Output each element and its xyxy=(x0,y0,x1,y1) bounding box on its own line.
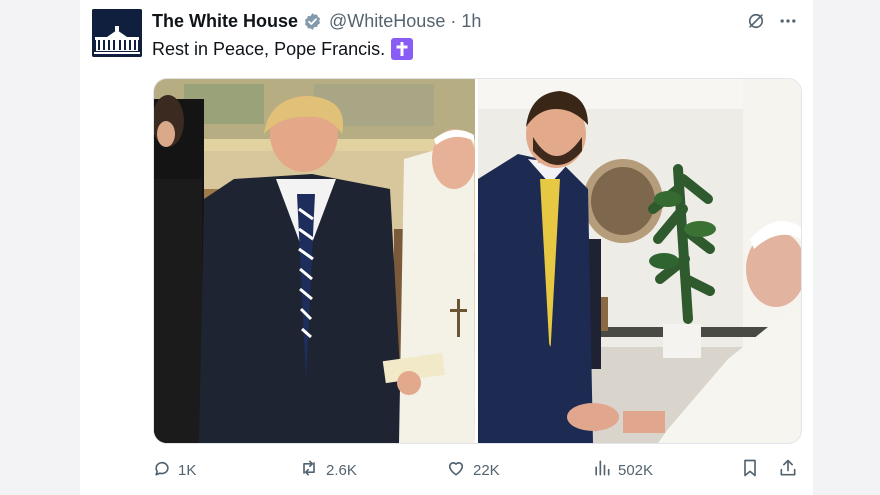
post-timestamp[interactable]: 1h xyxy=(461,11,481,32)
repost-icon xyxy=(298,458,320,482)
repost-count: 2.6K xyxy=(326,461,357,479)
tweet-card[interactable]: The White House @WhiteHouse · 1h Rest in… xyxy=(80,0,813,495)
photo-vance-pope[interactable] xyxy=(478,79,801,443)
like-icon xyxy=(445,458,467,482)
reply-icon xyxy=(152,458,172,482)
reply-count: 1K xyxy=(178,461,197,479)
post-media[interactable] xyxy=(153,78,802,444)
reply-button[interactable]: 1K xyxy=(152,458,196,482)
latin-cross-icon xyxy=(391,38,414,60)
author-handle[interactable]: @WhiteHouse xyxy=(329,11,445,32)
views-button[interactable]: 502K xyxy=(592,458,653,482)
views-count: 502K xyxy=(618,461,654,479)
like-count: 22K xyxy=(473,461,500,479)
separator-dot: · xyxy=(450,10,457,31)
share-icon xyxy=(778,458,798,482)
like-button[interactable]: 22K xyxy=(445,458,500,482)
post-header: The White House @WhiteHouse · 1h xyxy=(152,9,481,33)
avatar[interactable] xyxy=(92,9,142,57)
share-button[interactable] xyxy=(778,458,798,482)
action-bar: 1K 2.6K 22K 502K xyxy=(152,458,800,482)
verified-badge-icon xyxy=(303,12,322,31)
photo-trump-pope[interactable] xyxy=(154,79,475,443)
author-name[interactable]: The White House xyxy=(152,11,298,32)
post-text-body: Rest in Peace, Pope Francis. xyxy=(152,38,386,59)
post-text: Rest in Peace, Pope Francis. xyxy=(152,38,414,60)
views-icon xyxy=(592,458,612,482)
repost-button[interactable]: 2.6K xyxy=(298,458,357,482)
grok-icon[interactable] xyxy=(745,10,767,32)
bookmark-button[interactable] xyxy=(740,458,760,482)
more-icon[interactable] xyxy=(777,10,799,32)
bookmark-icon xyxy=(740,458,760,482)
